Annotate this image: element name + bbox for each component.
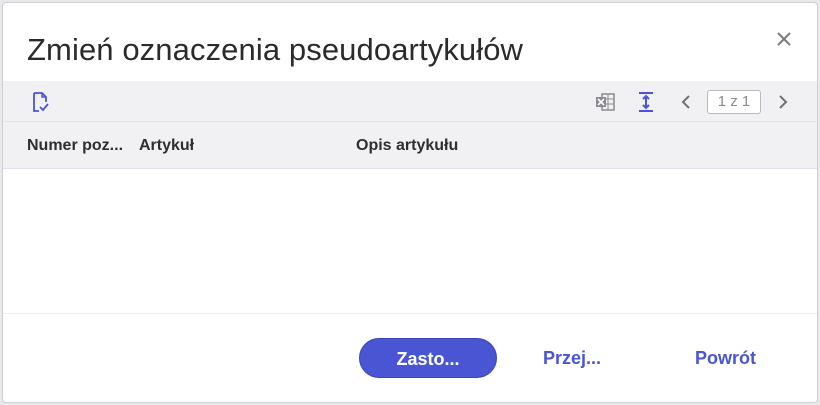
table-header: Numer poz... Artykuł Opis artykułu (3, 122, 817, 169)
move-button[interactable]: Przej... (543, 348, 601, 369)
apply-button[interactable]: Zasto... (359, 338, 497, 378)
table-body (3, 169, 817, 314)
column-header-article[interactable]: Artykuł (139, 137, 194, 155)
document-check-icon[interactable] (29, 91, 51, 113)
back-button[interactable]: Powrót (695, 348, 756, 369)
column-header-article-description[interactable]: Opis artykułu (356, 137, 458, 155)
toolbar: 1 z 1 (3, 81, 817, 122)
excel-export-icon[interactable] (594, 91, 616, 113)
pager-indicator[interactable]: 1 z 1 (707, 90, 761, 114)
column-header-item-number[interactable]: Numer poz... (27, 137, 123, 155)
close-icon[interactable] (773, 28, 795, 50)
chevron-left-icon[interactable] (675, 91, 697, 113)
dialog-title: Zmień oznaczenia pseudoartykułów (27, 32, 524, 67)
dialog: Zmień oznaczenia pseudoartykułów 1 z 1 N… (3, 3, 817, 402)
chevron-right-icon[interactable] (772, 91, 794, 113)
fit-height-icon[interactable] (635, 91, 657, 113)
